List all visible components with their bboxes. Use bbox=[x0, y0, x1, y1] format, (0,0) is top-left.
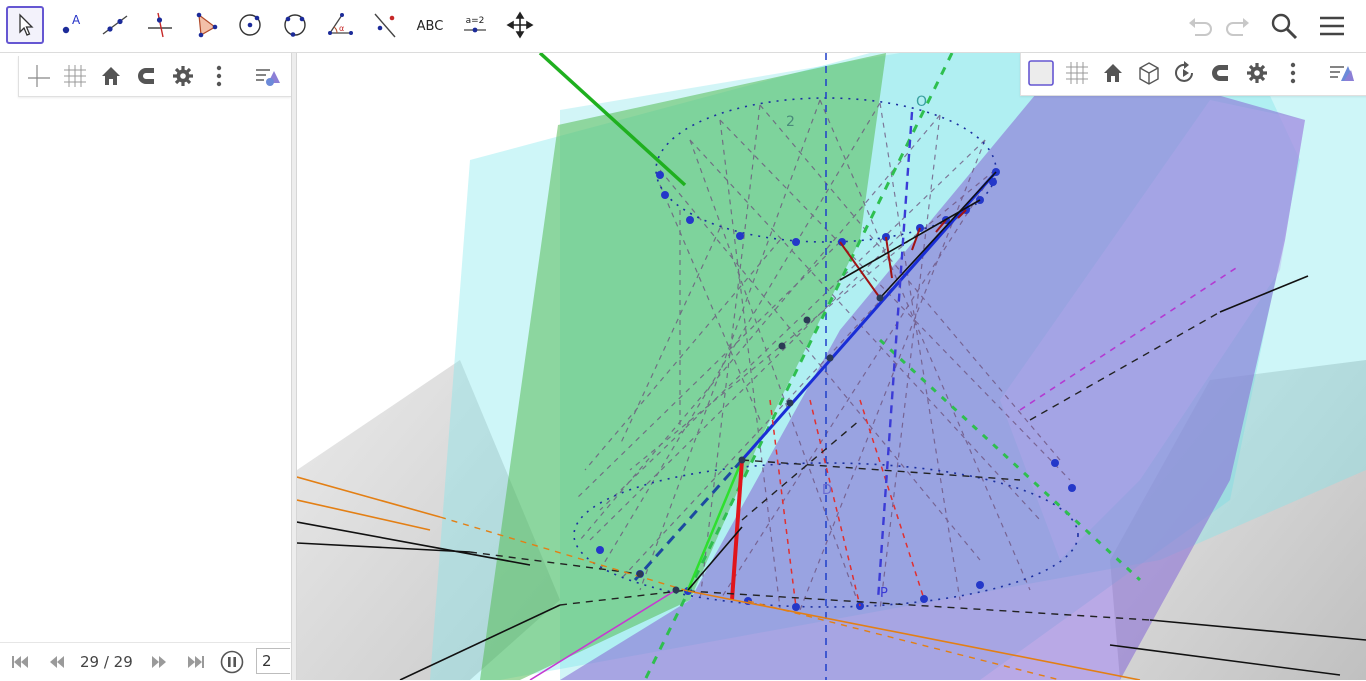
graphics-3d-view[interactable]: 2 O D P bbox=[297, 53, 1366, 680]
standard-view-button-3d[interactable] bbox=[1097, 57, 1129, 89]
graphics-3d-style-bar bbox=[1020, 53, 1366, 96]
cube-view-icon bbox=[1139, 62, 1159, 85]
algebra-style-bar bbox=[18, 56, 291, 97]
view-direction-button[interactable] bbox=[1133, 57, 1165, 89]
more-options-button[interactable] bbox=[203, 60, 235, 92]
point-tool-button[interactable]: A bbox=[51, 6, 89, 44]
rotate-view-icon bbox=[1175, 61, 1193, 82]
redo-icon bbox=[1226, 18, 1249, 36]
angle-icon: α bbox=[328, 13, 353, 35]
label-d: D bbox=[822, 483, 832, 498]
reflect-tool-button[interactable] bbox=[366, 6, 404, 44]
search-button[interactable] bbox=[1266, 8, 1302, 44]
reflect-line-icon bbox=[374, 13, 396, 38]
axes-toggle-button[interactable] bbox=[23, 60, 55, 92]
slide-counter: 29 / 29 bbox=[80, 653, 133, 671]
text-tool-label: ABC bbox=[417, 19, 444, 34]
animation-playbar: 29 / 29 bbox=[0, 642, 291, 681]
polygon-icon bbox=[196, 12, 218, 38]
point-tool-label: A bbox=[72, 13, 81, 27]
algebra-view bbox=[0, 53, 291, 642]
step-back-button[interactable] bbox=[45, 651, 69, 673]
standard-view-button[interactable] bbox=[95, 60, 127, 92]
redo-button[interactable] bbox=[1220, 8, 1256, 44]
move-tool-button[interactable] bbox=[6, 6, 44, 44]
toggle-style-bar-icon bbox=[1330, 66, 1354, 81]
settings-button[interactable] bbox=[167, 60, 199, 92]
home-icon bbox=[1104, 64, 1122, 82]
text-icon: ABC bbox=[417, 19, 444, 34]
line-through-points-icon bbox=[102, 15, 128, 35]
main-toolbar: A α ABC a=2 bbox=[0, 0, 1366, 53]
magnet-icon bbox=[1212, 65, 1228, 81]
slider-tool-label: a=2 bbox=[466, 16, 485, 26]
more-options-button-3d[interactable] bbox=[1277, 57, 1309, 89]
background-icon bbox=[1028, 60, 1054, 86]
search-icon bbox=[1271, 13, 1298, 40]
circle-three-points-tool-button[interactable] bbox=[276, 6, 314, 44]
step-forward-icon bbox=[152, 656, 166, 668]
home-icon bbox=[102, 67, 120, 85]
text-tool-button[interactable]: ABC bbox=[411, 6, 449, 44]
slider-tool-button[interactable]: a=2 bbox=[456, 6, 494, 44]
pause-icon bbox=[220, 650, 244, 674]
skip-last-icon bbox=[188, 656, 204, 668]
toggle-style-bar-button[interactable] bbox=[251, 60, 283, 92]
point-icon: A bbox=[62, 13, 81, 34]
angle-tool-button[interactable]: α bbox=[321, 6, 359, 44]
line-tool-button[interactable] bbox=[96, 6, 134, 44]
step-input[interactable] bbox=[256, 648, 290, 674]
scene-3d: 2 O D P bbox=[297, 53, 1366, 680]
snap-button-3d[interactable] bbox=[1205, 57, 1237, 89]
main-menu-button[interactable] bbox=[1314, 8, 1350, 44]
more-vertical-icon bbox=[1290, 62, 1296, 84]
circle-tool-button[interactable] bbox=[231, 6, 269, 44]
grid-icon bbox=[1066, 62, 1088, 84]
toggle-style-bar-icon bbox=[256, 69, 280, 86]
gear-icon bbox=[173, 66, 193, 86]
move-graphics-view-icon bbox=[506, 11, 534, 39]
skip-last-button[interactable] bbox=[184, 651, 208, 673]
skip-first-icon bbox=[12, 656, 28, 668]
pause-button[interactable] bbox=[220, 650, 244, 674]
grid-icon bbox=[64, 65, 86, 87]
grid-toggle-button-3d[interactable] bbox=[1061, 57, 1093, 89]
magnet-icon bbox=[138, 68, 154, 84]
circle-center-point-icon bbox=[239, 14, 261, 36]
arrow-cursor-icon bbox=[19, 13, 34, 36]
skip-first-button[interactable] bbox=[8, 651, 32, 673]
slider-icon: a=2 bbox=[464, 16, 486, 33]
undo-button[interactable] bbox=[1182, 8, 1218, 44]
angle-tool-label: α bbox=[339, 24, 344, 33]
rotate-view-button[interactable] bbox=[1169, 57, 1201, 89]
background-toggle-button[interactable] bbox=[1025, 57, 1057, 89]
gear-icon bbox=[1247, 63, 1267, 83]
label-o: O bbox=[916, 94, 927, 110]
settings-button-3d[interactable] bbox=[1241, 57, 1273, 89]
menu-icon bbox=[1320, 16, 1344, 36]
polygon-tool-button[interactable] bbox=[186, 6, 224, 44]
snap-button[interactable] bbox=[131, 60, 163, 92]
step-forward-button[interactable] bbox=[147, 651, 171, 673]
move-view-tool-button[interactable] bbox=[501, 6, 539, 44]
step-back-icon bbox=[50, 656, 64, 668]
label-p: P bbox=[880, 586, 888, 601]
label-2: 2 bbox=[786, 114, 795, 130]
circle-three-points-icon bbox=[284, 14, 306, 37]
undo-icon bbox=[1189, 18, 1212, 36]
perpendicular-line-icon bbox=[148, 12, 172, 38]
more-vertical-icon bbox=[216, 65, 222, 87]
grid-toggle-button[interactable] bbox=[59, 60, 91, 92]
axes-icon bbox=[28, 65, 50, 87]
toggle-style-bar-button-3d[interactable] bbox=[1325, 57, 1357, 89]
perpendicular-tool-button[interactable] bbox=[141, 6, 179, 44]
